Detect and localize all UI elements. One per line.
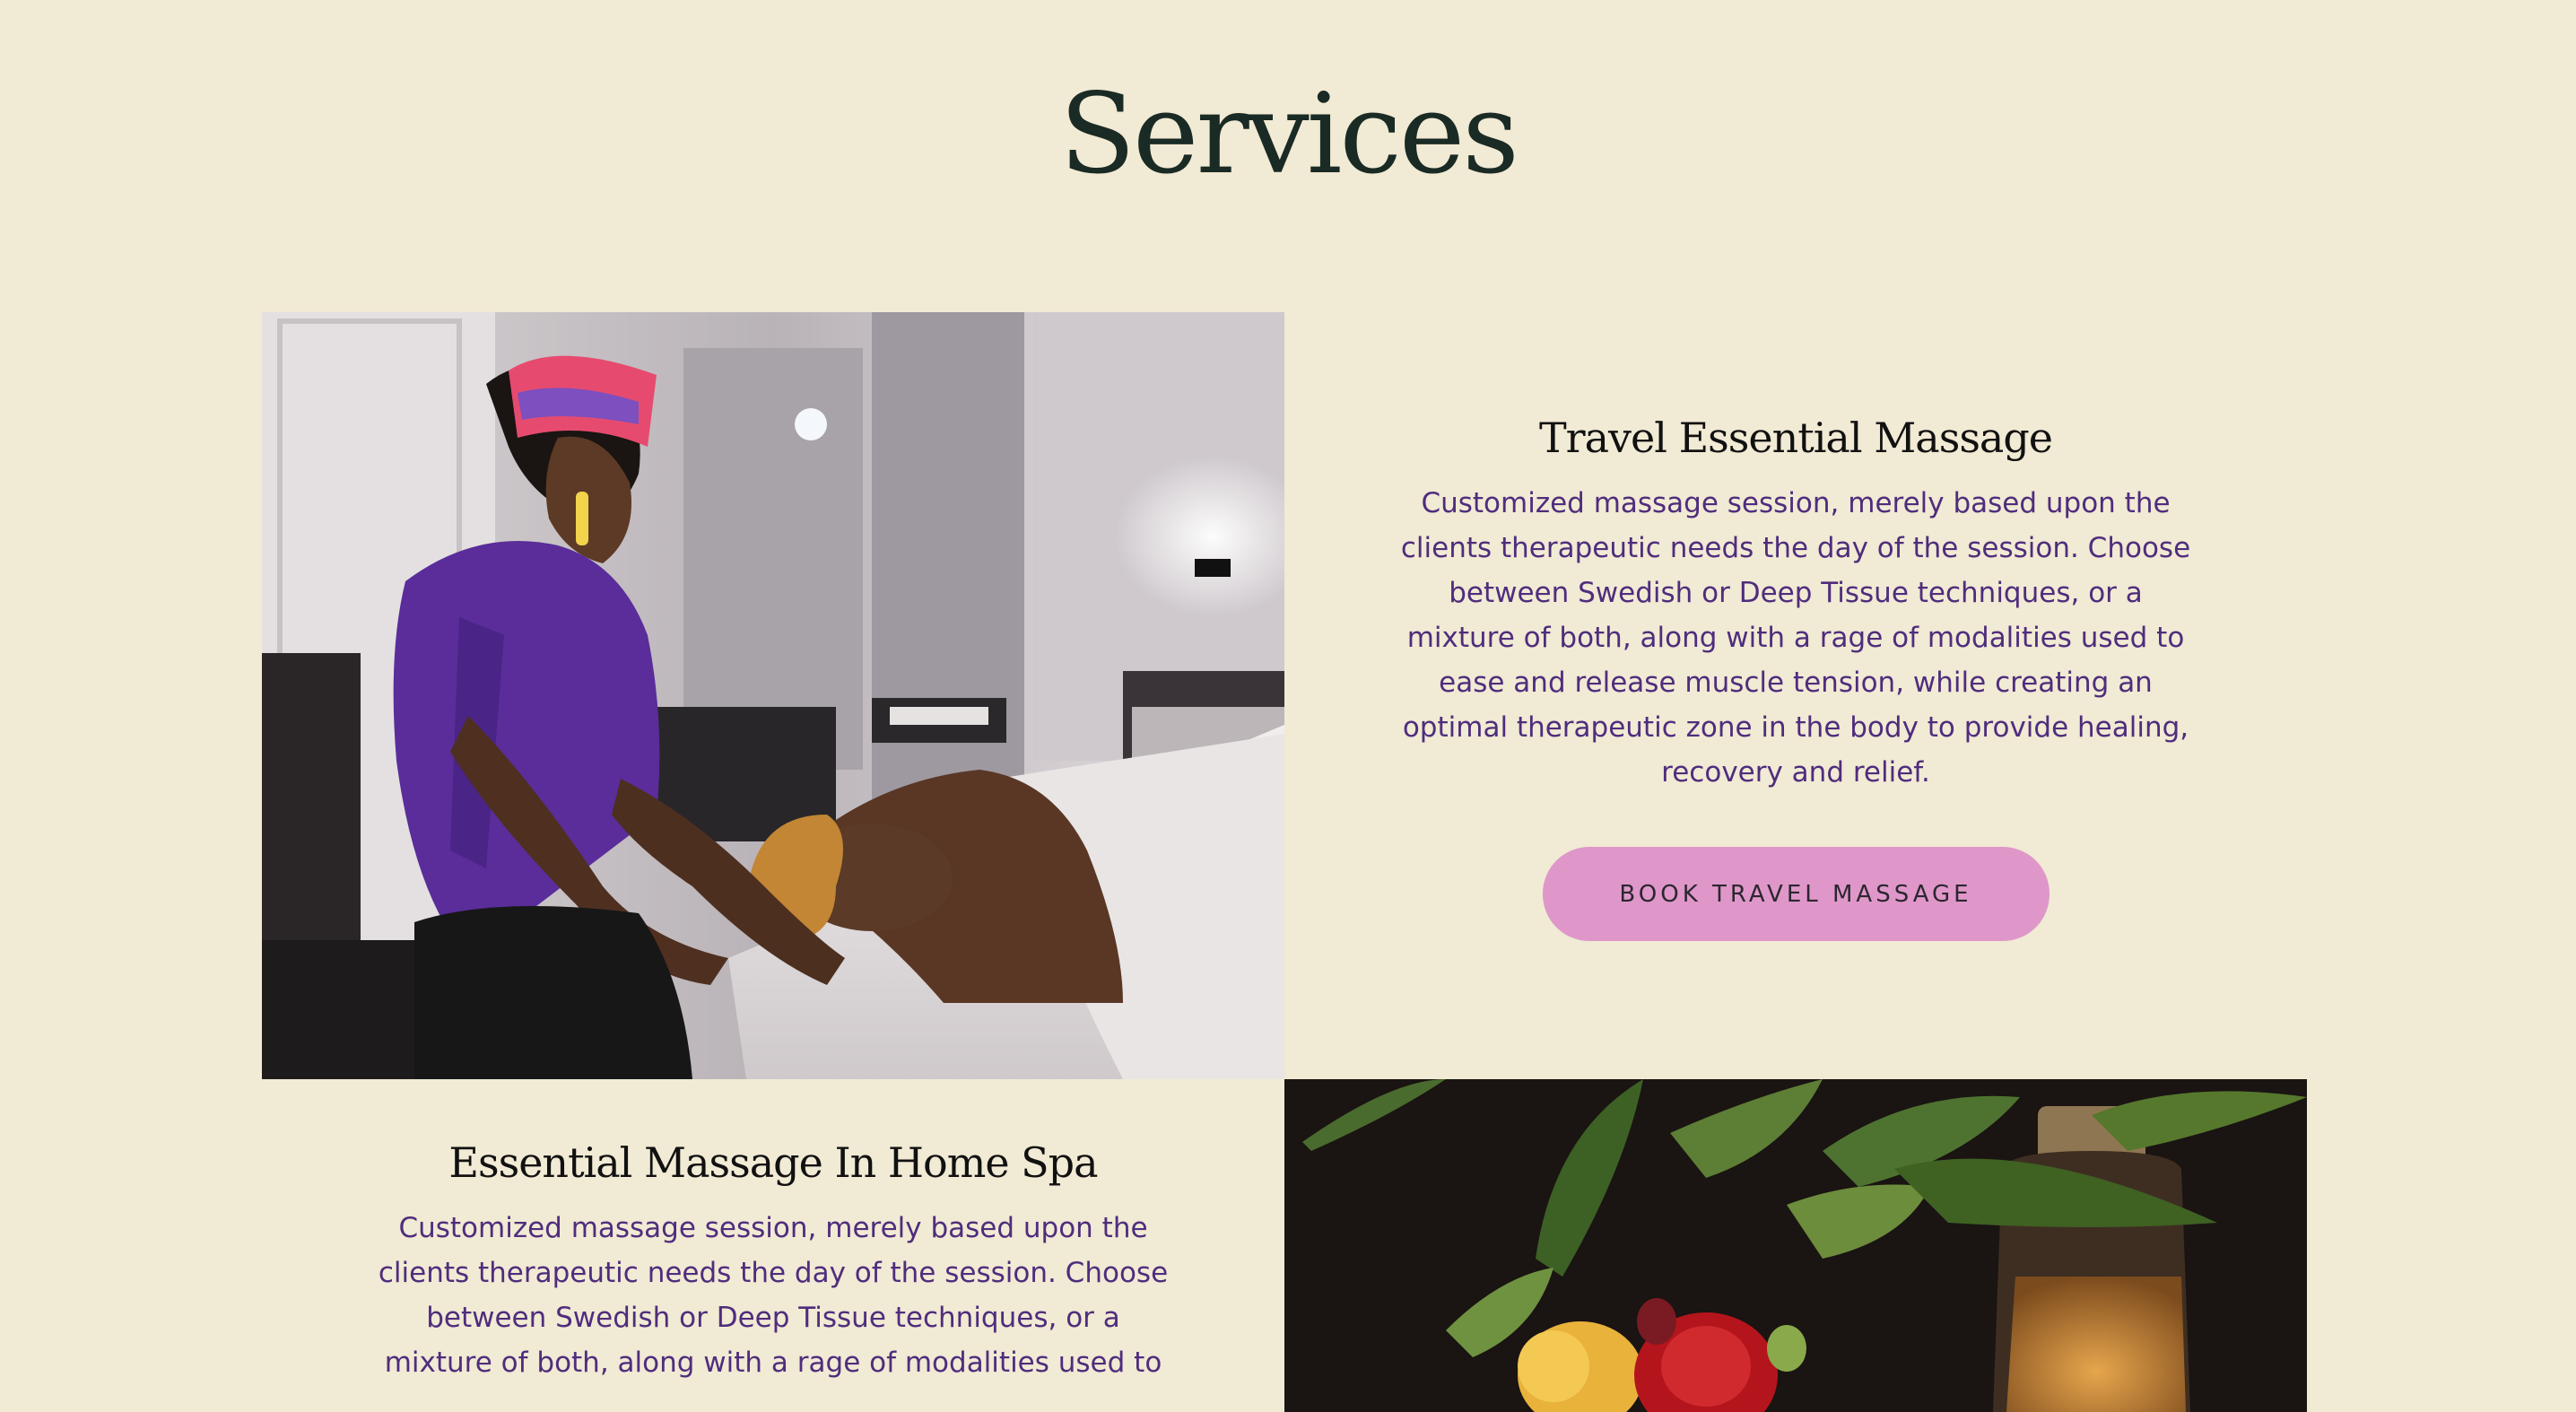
flowers-and-oil-photo [1284,1079,2307,1412]
service-title: Travel Essential Massage [1538,414,2053,462]
service-description: Customized massage session, merely based… [378,1212,1169,1379]
page-title: Services [1059,70,1519,199]
service-title: Essential Massage In Home Spa [448,1138,1098,1187]
service-description: Customized massage session, merely based… [1400,487,2191,789]
massage-therapist-photo [262,312,1284,1079]
service-card-in-home-spa: Essential Massage In Home Spa Customized… [327,1127,1219,1385]
service-card-travel: Travel Essential Massage Customized mass… [1350,402,2241,941]
book-travel-massage-button[interactable]: BOOK TRAVEL MASSAGE [1542,847,2049,941]
